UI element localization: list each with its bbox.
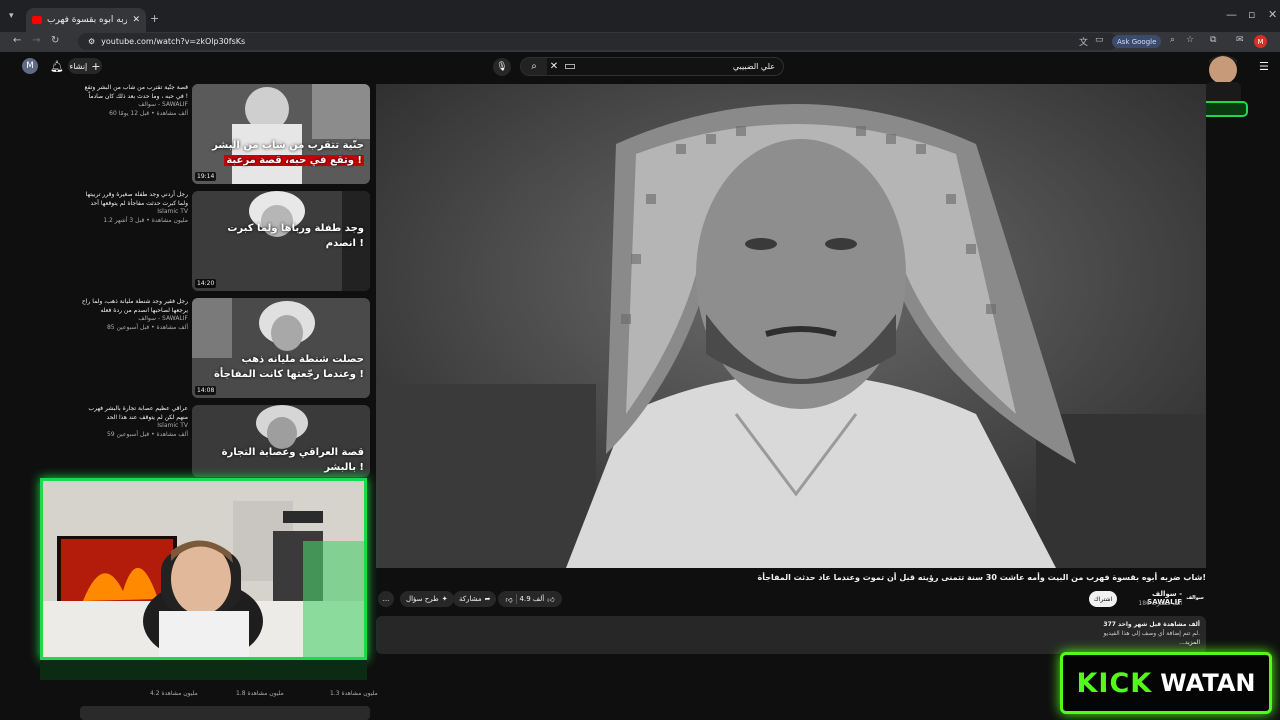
forward-icon[interactable]: →: [32, 35, 40, 46]
streamer-webcam-overlay: [40, 478, 367, 660]
voice-search-mic-icon[interactable]: 🎙︎: [493, 58, 511, 76]
more-label: ...: [382, 595, 390, 603]
description-stats: 377 ألف مشاهدة قبل شهر واحد: [1103, 621, 1200, 628]
keyboard-icon[interactable]: [565, 64, 575, 69]
channel-logo[interactable]: سوالف: [1186, 591, 1204, 605]
site-info-icon[interactable]: ⚙: [88, 37, 95, 46]
thumbnail-caption-line1: حصلت شنطة مليانه ذهب: [241, 354, 364, 365]
share-button[interactable]: مشاركة ➦: [453, 591, 497, 607]
url-text: youtube.com/watch?v=zkOlp30fsKs: [101, 37, 246, 46]
next-recommendation-row[interactable]: [80, 706, 370, 720]
tab-close-icon[interactable]: ✕: [132, 15, 140, 25]
extensions-icon[interactable]: ⧉: [1210, 35, 1216, 45]
dislike-icon[interactable]: 👎︎: [505, 595, 512, 604]
recommendation-stats: 85 ألف مشاهدة • قبل أسبوعين: [106, 324, 188, 332]
minimize-icon[interactable]: —: [1226, 8, 1237, 21]
recommendation-title[interactable]: رجل فقير وجد شنطة مليانة ذهب، ولما راح ي…: [80, 298, 188, 315]
window-close-icon[interactable]: ✕: [1268, 8, 1277, 21]
share-label: مشاركة: [459, 595, 482, 603]
recommendation-channel[interactable]: Islamic TV: [80, 208, 188, 217]
recommendation-stats: 60 ألف مشاهدة • قبل 12 يومًا: [109, 110, 188, 118]
thumbnail-caption-line1: جنّية تتقرب من شاب من البشر: [212, 140, 364, 151]
cast-icon[interactable]: ▭: [1095, 35, 1104, 45]
recommendation-title[interactable]: قصة جنّية تقترب من شاب من البشر وتقع في …: [80, 84, 189, 101]
more-actions-button[interactable]: ...: [378, 591, 394, 607]
ask-label: طرح سؤال: [406, 595, 439, 603]
bottom-rec-stats: 1.8 مليون مشاهدة: [236, 690, 284, 697]
recommendation-item[interactable]: جنّية تتقرب من شاب من البشر وتقع في حبه، …: [80, 84, 370, 188]
notifications-bell-icon[interactable]: 🔔︎: [50, 60, 64, 73]
webcam-frame: [43, 481, 364, 657]
browser-tab[interactable]: شاب ضربه أبوه بقسوة فهرب ✕: [26, 8, 146, 32]
browser-profile-avatar[interactable]: M: [1254, 35, 1267, 48]
video-duration: 19:14: [195, 172, 217, 181]
clear-search-icon[interactable]: ✕: [547, 61, 561, 72]
recommendation-stats: 59 ألف مشاهدة • قبل أسبوعين: [106, 431, 188, 439]
recommendation-thumbnail[interactable]: وجد طفلة ورباها ولما كبرت انصدم ! 14:20: [192, 191, 370, 291]
description-more-link[interactable]: ...المزيد: [382, 638, 1200, 647]
gmail-icon[interactable]: ✉: [1236, 35, 1244, 45]
thumbnail-caption-line2: وتقع في حبه، قصة مرعبة !: [224, 155, 364, 166]
back-icon[interactable]: ←: [13, 35, 21, 46]
search-bar[interactable]: ⌕ ✕ علي الضبيبي: [520, 57, 784, 76]
video-frame: [376, 84, 1206, 568]
kick-watan-badge: KICK WATAN: [1060, 652, 1272, 714]
thumbnail-caption-line1: وجد طفلة ورباها ولما كبرت انصدم !: [227, 223, 364, 249]
zoom-icon[interactable]: ⌕: [1170, 35, 1175, 45]
video-description-box[interactable]: 377 ألف مشاهدة قبل شهر واحد لم تتم إضافة…: [376, 616, 1206, 654]
video-duration: 14:20: [195, 279, 217, 288]
share-icon: ➦: [484, 595, 491, 603]
watan-text: WATAN: [1160, 669, 1256, 697]
thumbnail-caption-line1: قصة العراقي وعصابة التجارة بالبشر !: [221, 447, 364, 473]
ask-button[interactable]: طرح سؤال ✦: [400, 591, 454, 607]
create-label: إنشاء: [69, 61, 88, 71]
recommendation-item[interactable]: قصة العراقي وعصابة التجارة بالبشر ! عراق…: [80, 405, 370, 477]
recommendation-channel[interactable]: سوالف - SAWALIF: [80, 101, 188, 110]
recommendation-thumbnail[interactable]: حصلت شنطة مليانه ذهب وعندما رجّعتها كانت …: [192, 298, 370, 398]
recommendation-thumbnail[interactable]: قصة العراقي وعصابة التجارة بالبشر !: [192, 405, 370, 477]
like-dislike-group[interactable]: 👎︎ 4.9 ألف 👍︎: [498, 591, 562, 607]
recommendation-channel[interactable]: سوالف - SAWALIF: [80, 315, 188, 324]
search-button-icon[interactable]: ⌕: [521, 58, 547, 75]
address-bar[interactable]: ⚙ youtube.com/watch?v=zkOlp30fsKs: [78, 33, 1118, 50]
bottom-rec-stats: 4.2 مليون مشاهدة: [150, 690, 198, 697]
youtube-favicon-icon: [32, 16, 42, 24]
like-count: 4.9 ألف: [519, 595, 545, 603]
like-divider: [515, 594, 517, 604]
webcam-caption-bar: [40, 660, 367, 680]
video-player[interactable]: [376, 84, 1206, 568]
channel-subscribers: 186 ألف مشترك: [1138, 600, 1182, 607]
search-input[interactable]: علي الضبيبي: [575, 62, 783, 71]
recommendation-stats: 1.2 مليون مشاهدة • قبل 3 أشهر: [103, 217, 188, 225]
bottom-rec-stats: 1.3 مليون مشاهدة: [330, 690, 378, 697]
create-button[interactable]: إنشاء +: [68, 58, 102, 74]
subscribe-button[interactable]: اشتراك: [1089, 591, 1117, 607]
video-title: شاب ضربه أبوه بقسوة فهرب من البيت وأمه ع…: [757, 573, 1206, 582]
recommendation-item[interactable]: وجد طفلة ورباها ولما كبرت انصدم ! 14:20 …: [80, 191, 370, 295]
recommendation-item[interactable]: حصلت شنطة مليانه ذهب وعندما رجّعتها كانت …: [80, 298, 370, 402]
recommendation-thumbnail[interactable]: جنّية تتقرب من شاب من البشر وتقع في حبه، …: [192, 84, 370, 184]
like-icon[interactable]: 👍︎: [547, 595, 554, 604]
new-tab-icon[interactable]: +: [150, 12, 159, 25]
youtube-menu-icon[interactable]: ☰: [1259, 60, 1269, 73]
sparkle-icon: ✦: [441, 595, 448, 603]
maximize-icon[interactable]: ▫: [1248, 8, 1255, 21]
recommendation-title[interactable]: عراقي عظيم عصابة تجارة بالبشر فهرب منهم …: [80, 405, 188, 422]
browser-tab-bar: [0, 0, 1280, 32]
tab-list-icon[interactable]: ▾: [9, 11, 14, 21]
translate-icon[interactable]: 文: [1079, 35, 1088, 48]
video-duration: 14:08: [195, 386, 217, 395]
ask-google-button[interactable]: Ask Google: [1112, 35, 1162, 48]
description-text: لم تتم إضافة أي وصف إلى هذا الفيديو.: [1103, 630, 1200, 637]
account-avatar[interactable]: M: [22, 58, 38, 74]
kick-logo-text: KICK: [1076, 667, 1153, 699]
recommendation-channel[interactable]: Islamic TV: [80, 422, 188, 431]
bookmark-star-icon[interactable]: ☆: [1186, 35, 1194, 45]
recommendation-title[interactable]: رجل أردني وجد طفلة صغيرة وقرر تربيتها ول…: [80, 191, 188, 208]
plus-icon: +: [91, 59, 101, 73]
tab-title: شاب ضربه أبوه بقسوة فهرب: [47, 15, 128, 25]
thumbnail-caption-line2: وعندما رجّعتها كانت المفاجأة !: [213, 369, 364, 380]
reload-icon[interactable]: ↻: [51, 35, 59, 46]
